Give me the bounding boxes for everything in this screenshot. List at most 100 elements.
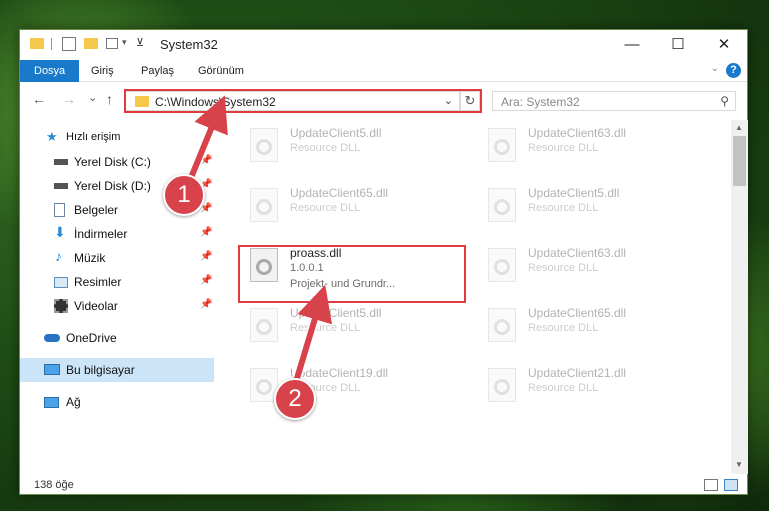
dll-file-icon bbox=[488, 248, 516, 282]
download-icon: ⬇ bbox=[54, 224, 66, 240]
search-input[interactable]: Ara: System32 ⚲ bbox=[492, 91, 736, 111]
recent-locations-button[interactable]: ⌄ bbox=[88, 91, 97, 104]
sidebar-item-this-pc[interactable]: Bu bilgisayar bbox=[20, 358, 214, 382]
details-view-icon[interactable] bbox=[704, 479, 718, 491]
sidebar-label: Yerel Disk (D:) bbox=[74, 179, 151, 193]
gear-icon bbox=[256, 199, 272, 215]
file-name: UpdateClient63.dll bbox=[528, 126, 627, 140]
scroll-thumb[interactable] bbox=[733, 136, 746, 186]
back-button[interactable]: ← bbox=[32, 91, 46, 107]
list-item[interactable]: UpdateClient65.dll Resource DLL bbox=[480, 300, 700, 356]
documents-icon bbox=[54, 203, 65, 217]
list-item[interactable]: UpdateClient63.dll Resource DLL bbox=[480, 120, 700, 176]
search-icon[interactable]: ⚲ bbox=[720, 94, 729, 108]
sidebar-item-quick-access[interactable]: ★ Hızlı erişim bbox=[20, 126, 214, 150]
drive-icon bbox=[54, 183, 68, 189]
dll-file-icon bbox=[488, 308, 516, 342]
sidebar-item-downloads[interactable]: ⬇ İndirmeler 📌 bbox=[20, 222, 214, 246]
file-name: UpdateClient65.dll bbox=[528, 306, 627, 320]
sidebar-item-pictures[interactable]: Resimler 📌 bbox=[20, 270, 214, 294]
tab-share[interactable]: Paylaş bbox=[141, 60, 174, 82]
maximize-button[interactable]: ☐ bbox=[655, 30, 701, 60]
sidebar-label: Belgeler bbox=[74, 203, 119, 217]
music-icon: ♪ bbox=[55, 248, 62, 264]
sidebar-item-videos[interactable]: Videolar 📌 bbox=[20, 294, 214, 318]
help-icon[interactable]: ? bbox=[726, 63, 741, 78]
file-description: Resource DLL bbox=[528, 142, 599, 154]
forward-button[interactable]: → bbox=[62, 91, 76, 107]
quick-access-customize-icon[interactable] bbox=[106, 38, 118, 49]
file-description: Resource DLL bbox=[290, 322, 361, 334]
sidebar-label: Müzik bbox=[74, 251, 106, 265]
search-placeholder: Ara: System32 bbox=[501, 95, 580, 109]
close-button[interactable]: ✕ bbox=[701, 30, 747, 60]
pin-icon[interactable]: 📌 bbox=[200, 275, 212, 286]
network-icon bbox=[44, 397, 59, 408]
sidebar-label: Ağ bbox=[66, 395, 81, 409]
drive-icon bbox=[54, 159, 68, 165]
gear-icon bbox=[256, 379, 272, 395]
separator bbox=[51, 38, 52, 50]
cloud-icon bbox=[44, 334, 60, 342]
list-item[interactable]: UpdateClient5.dll Resource DLL bbox=[242, 300, 462, 356]
window-title: System32 bbox=[160, 37, 218, 52]
list-item[interactable]: UpdateClient5.dll Resource DLL bbox=[242, 120, 462, 176]
sidebar-label: Hızlı erişim bbox=[66, 131, 121, 143]
sidebar-label: İndirmeler bbox=[74, 227, 128, 241]
step-badge-1: 1 bbox=[163, 174, 205, 216]
status-bar: 138 öğe bbox=[20, 475, 747, 495]
file-highlight-box bbox=[238, 245, 466, 303]
ribbon-tabs: Dosya Giriş Paylaş Görünüm ⌄ ? bbox=[20, 60, 747, 82]
sidebar-label: Yerel Disk (C:) bbox=[74, 155, 151, 169]
folder-icon bbox=[30, 38, 44, 49]
video-icon bbox=[54, 299, 68, 313]
sidebar-item-drive-c[interactable]: Yerel Disk (C:) 📌 bbox=[20, 150, 214, 174]
list-item[interactable]: UpdateClient63.dll Resource DLL bbox=[480, 240, 700, 296]
address-highlight-box bbox=[124, 89, 482, 113]
sidebar-label: Videolar bbox=[74, 299, 118, 313]
sidebar-label: Resimler bbox=[74, 275, 122, 289]
file-name: UpdateClient5.dll bbox=[290, 126, 382, 140]
tab-file[interactable]: Dosya bbox=[20, 60, 80, 82]
pin-icon[interactable]: 📌 bbox=[200, 155, 212, 166]
scroll-down-icon[interactable]: ▼ bbox=[735, 460, 743, 469]
minimize-button[interactable]: — bbox=[609, 30, 655, 60]
file-name: UpdateClient21.dll bbox=[528, 366, 627, 380]
vertical-scrollbar[interactable]: ▲ ▼ bbox=[731, 120, 748, 474]
list-item[interactable]: UpdateClient5.dll Resource DLL bbox=[480, 180, 700, 236]
scroll-up-icon[interactable]: ▲ bbox=[735, 123, 743, 132]
file-name: UpdateClient65.dll bbox=[290, 186, 389, 200]
pin-icon[interactable]: 📌 bbox=[200, 227, 212, 238]
list-item[interactable]: UpdateClient21.dll Resource DLL bbox=[480, 360, 700, 416]
properties-icon[interactable] bbox=[62, 37, 76, 51]
pin-icon[interactable]: 📌 bbox=[200, 251, 212, 262]
pin-icon[interactable]: 📌 bbox=[200, 299, 212, 310]
sidebar-item-onedrive[interactable]: OneDrive bbox=[20, 326, 214, 350]
chevron-down-icon[interactable]: ⊻ bbox=[136, 36, 144, 49]
sidebar-label: OneDrive bbox=[66, 331, 117, 345]
tab-home[interactable]: Giriş bbox=[91, 60, 114, 82]
sidebar-item-music[interactable]: ♪ Müzik 📌 bbox=[20, 246, 214, 270]
file-name: UpdateClient5.dll bbox=[290, 306, 382, 320]
dll-file-icon bbox=[250, 188, 278, 222]
gear-icon bbox=[494, 199, 510, 215]
file-description: Resource DLL bbox=[528, 382, 599, 394]
file-description: Resource DLL bbox=[290, 202, 361, 214]
dll-file-icon bbox=[488, 368, 516, 402]
new-folder-icon[interactable] bbox=[84, 38, 98, 49]
explorer-window: ▾ ⊻ System32 — ☐ ✕ Dosya Giriş Paylaş Gö… bbox=[19, 29, 748, 495]
gear-icon bbox=[256, 139, 272, 155]
ribbon-expand-icon[interactable]: ⌄ bbox=[711, 63, 719, 74]
chevron-down-icon[interactable]: ▾ bbox=[122, 37, 127, 48]
tiles-view-icon[interactable] bbox=[724, 479, 738, 491]
up-button[interactable]: ↑ bbox=[106, 91, 113, 107]
computer-icon bbox=[44, 364, 60, 375]
sidebar-item-network[interactable]: Ağ bbox=[20, 390, 214, 414]
sidebar-label: Bu bilgisayar bbox=[66, 363, 135, 377]
dll-file-icon bbox=[488, 188, 516, 222]
file-description: Resource DLL bbox=[290, 142, 361, 154]
list-item[interactable]: UpdateClient65.dll Resource DLL bbox=[242, 180, 462, 236]
dll-file-icon bbox=[250, 308, 278, 342]
tab-view[interactable]: Görünüm bbox=[198, 60, 244, 82]
item-count: 138 öğe bbox=[34, 479, 74, 491]
